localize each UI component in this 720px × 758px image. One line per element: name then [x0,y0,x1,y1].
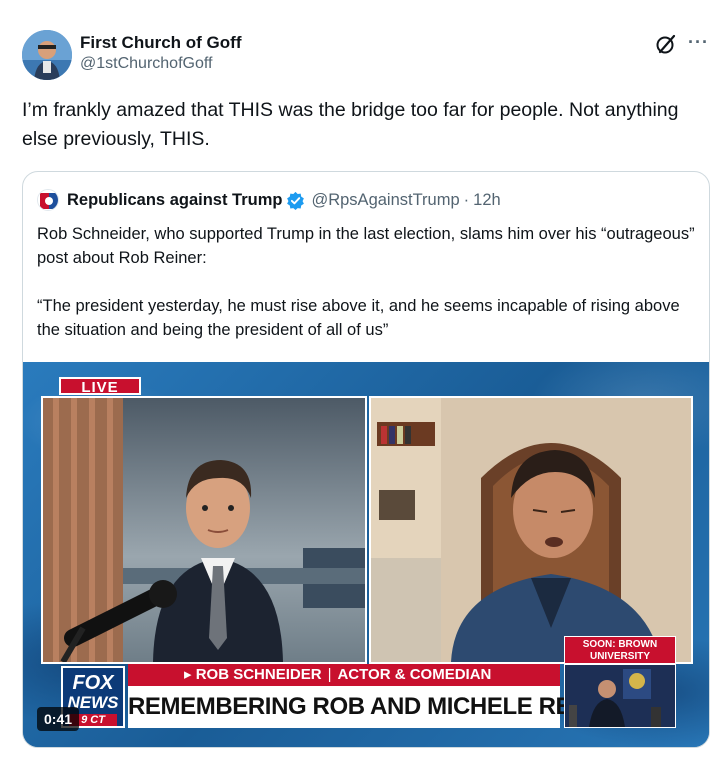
quoted-post-header: Republicans against Trump @RpsAgainstTru… [37,188,501,212]
video-guest-panel [369,396,693,664]
anchor-image [43,398,365,662]
author-name[interactable]: First Church of Goff [80,33,241,53]
avatar-image [22,30,72,80]
quoted-post-paragraph-1: Rob Schneider, who supported Trump in th… [37,225,695,267]
author-avatar[interactable] [22,30,72,80]
quoted-author-avatar[interactable] [37,189,59,211]
live-badge: LIVE [59,377,141,396]
video-timecode: 0:41 [37,707,80,731]
verified-badge-icon [287,191,305,210]
video-anchor-panel [41,396,367,664]
chyron-headline: REMEMBERING ROB AND MICHELE REINER [128,686,627,728]
video-player[interactable]: LIVE FOX NEWS 9 CT ▸ ROB SCHNEIDER | ACTOR… [23,362,709,747]
quoted-post[interactable]: Republicans against Trump @RpsAgainstTru… [22,171,710,748]
more-horizontal-icon[interactable]: ··· [688,32,709,53]
grok-slash-icon[interactable] [655,33,677,55]
post: First Church of Goff @1stChurchofGoff ··… [0,0,720,758]
separator-dot: · [463,190,470,209]
quoted-post-time[interactable]: 12h [473,191,501,210]
chyron-arrow-icon: ▸ [184,666,196,683]
quoted-post-text: Rob Schneider, who supported Trump in th… [37,222,697,342]
chyron-guest-name: ROB SCHNEIDER [195,666,322,683]
quoted-post-paragraph-2: “The president yesterday, he must rise a… [37,297,680,339]
chyron-guest-role: ACTOR & COMEDIAN [337,666,492,683]
chyron-name-bar: ▸ ROB SCHNEIDER | ACTOR & COMEDIAN [128,664,560,686]
logo-text-fox: FOX [72,672,114,694]
quoted-author-handle[interactable]: @RpsAgainstTrump [311,191,459,210]
author-block: First Church of Goff @1stChurchofGoff [80,33,241,75]
up-next-label: SOON: BROWN UNIVERSITY SHOOTING UPDATE [564,636,676,674]
quoted-author-name[interactable]: Republicans against Trump [67,191,282,210]
up-next-thumbnail [564,664,676,728]
chyron-separator: | [327,666,332,683]
post-text: I’m frankly amazed that THIS was the bri… [22,99,679,150]
guest-image [371,398,691,662]
author-handle[interactable]: @1stChurchofGoff [80,53,241,75]
